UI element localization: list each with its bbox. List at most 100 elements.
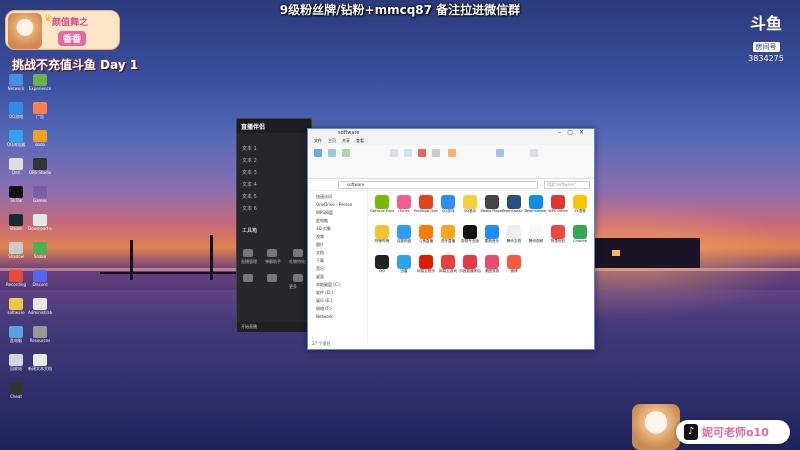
file-item[interactable]: 酷狗音乐: [480, 225, 504, 243]
companion-status-bar[interactable]: 开始直播: [237, 322, 311, 332]
file-item[interactable]: GeForce Experience: [370, 195, 394, 213]
tool-tile-icon[interactable]: [267, 274, 277, 282]
file-item[interactable]: TeamSpeak 3: [502, 195, 526, 213]
address-bar[interactable]: software: [338, 181, 538, 189]
tab-file[interactable]: 文件: [314, 138, 322, 144]
nav-item[interactable]: 视频: [308, 233, 367, 241]
nav-item[interactable]: 图片: [308, 241, 367, 249]
file-item[interactable]: QQ音乐: [458, 195, 482, 213]
room-id: 3834275: [748, 54, 784, 63]
scene-item[interactable]: 文本 3: [242, 169, 257, 176]
file-item[interactable]: 网易云游戏: [436, 255, 460, 273]
paste-icon[interactable]: [342, 149, 350, 157]
file-item[interactable]: QQ: [370, 255, 394, 273]
file-item[interactable]: 美图秀秀: [480, 255, 504, 273]
file-item[interactable]: iTunes: [392, 195, 416, 213]
scene-item[interactable]: 文本 2: [242, 157, 257, 164]
desktop-icon-label: Shadow: [8, 254, 24, 259]
window-controls[interactable]: –▢✕: [558, 129, 590, 136]
file-item[interactable]: YY语音: [568, 195, 592, 213]
desktop-icon[interactable]: Games: [28, 186, 52, 203]
tab-share[interactable]: 共享: [342, 138, 350, 144]
desktop-icon[interactable]: 新建文本文档: [28, 354, 52, 371]
desktop-icon[interactable]: QQ浏览器: [4, 130, 28, 147]
desktop-icon[interactable]: Recording: [4, 270, 28, 287]
new-folder-icon[interactable]: [448, 149, 456, 157]
rename-icon[interactable]: [432, 149, 440, 157]
file-item[interactable]: 剪映专业版: [458, 225, 482, 243]
desktop-icon[interactable]: Shadow: [4, 242, 28, 259]
file-explorer-window[interactable]: software –▢✕ 文件 主页 共享 查看 software 搜索"sof…: [307, 128, 595, 350]
tab-view[interactable]: 查看: [356, 138, 364, 144]
tool-tile-icon[interactable]: [293, 274, 303, 282]
file-item[interactable]: 腾讯文档: [502, 225, 526, 243]
file-item[interactable]: Chrome: [568, 225, 592, 243]
file-item[interactable]: 哔哩哔哩: [370, 225, 394, 243]
file-item[interactable]: QQ游戏: [436, 195, 460, 213]
desktop-icon[interactable]: Download software: [28, 214, 52, 231]
desktop-icon[interactable]: Network: [4, 74, 28, 91]
tool-tile-icon[interactable]: [243, 274, 253, 282]
desktop-icon[interactable]: Administrator: [28, 298, 52, 315]
scene-item[interactable]: 文本 6: [242, 205, 257, 212]
desktop-icon[interactable]: TikTok: [4, 186, 28, 203]
tool-tile-icon[interactable]: [243, 249, 253, 257]
desktop-icon[interactable]: 此电脑: [4, 326, 28, 343]
file-item[interactable]: 抖音直播伴侣: [458, 255, 482, 273]
copy-icon[interactable]: [328, 149, 336, 157]
nav-item[interactable]: 3D 对象: [308, 225, 367, 233]
file-item[interactable]: TeamViewer: [524, 195, 548, 213]
tool-tile-icon[interactable]: [267, 249, 277, 257]
desktop-icon[interactable]: Experience: [28, 74, 52, 91]
search-input[interactable]: 搜索"software": [544, 181, 590, 189]
desktop-icon[interactable]: software: [4, 298, 28, 315]
file-item[interactable]: 网易云音乐: [414, 255, 438, 273]
nav-item[interactable]: Network: [308, 313, 367, 321]
desktop-icon[interactable]: 回收站: [4, 354, 28, 371]
file-item[interactable]: 阿里旺旺: [546, 225, 570, 243]
nav-item[interactable]: 下载: [308, 257, 367, 265]
desktop-icon[interactable]: dodo: [28, 130, 52, 147]
scene-item[interactable]: 文本 1: [242, 145, 257, 152]
scene-item[interactable]: 文本 4: [242, 181, 257, 188]
desktop-icon[interactable]: Steam: [4, 214, 28, 231]
nav-item[interactable]: WPS网盘: [308, 209, 367, 217]
file-item[interactable]: 斗鱼直播: [414, 225, 438, 243]
nav-item[interactable]: 网络 (F:): [308, 305, 367, 313]
nav-item[interactable]: 快速访问: [308, 193, 367, 201]
properties-icon[interactable]: [496, 149, 504, 157]
nav-item[interactable]: 文档: [308, 249, 367, 257]
desktop-icon[interactable]: Cheat: [4, 382, 28, 399]
file-item[interactable]: 腾讯视频: [524, 225, 548, 243]
scene-item[interactable]: 文本 5: [242, 193, 257, 200]
tool-tile-icon[interactable]: [293, 249, 303, 257]
file-item[interactable]: 迅雷: [392, 255, 416, 273]
pin-icon[interactable]: [314, 149, 322, 157]
select-all-icon[interactable]: [530, 149, 538, 157]
desktop-icon[interactable]: Resources: [28, 326, 52, 343]
copyto-icon[interactable]: [404, 149, 412, 157]
desktop-icon[interactable]: Discord: [28, 270, 52, 287]
delete-icon[interactable]: [418, 149, 426, 157]
desktop-icon[interactable]: Dell: [4, 158, 28, 175]
nav-item[interactable]: 娱乐 (E:): [308, 297, 367, 305]
nav-item[interactable]: 软件 (D:): [308, 289, 367, 297]
nav-item[interactable]: 桌面: [308, 273, 367, 281]
desktop-icon[interactable]: QQ游戏: [4, 102, 28, 119]
move-icon[interactable]: [390, 149, 398, 157]
file-item[interactable]: WPS Office: [546, 195, 570, 213]
nav-item[interactable]: OneDrive - Person: [308, 201, 367, 209]
file-item[interactable]: 百度网盘: [392, 225, 416, 243]
file-item[interactable]: ProShow Gold: [414, 195, 438, 213]
nav-item[interactable]: 此电脑: [308, 217, 367, 225]
nav-item[interactable]: 音乐: [308, 265, 367, 273]
file-item[interactable]: 微博: [502, 255, 526, 273]
file-item[interactable]: 虎牙直播: [436, 225, 460, 243]
file-item[interactable]: Media Player: [480, 195, 504, 213]
desktop-icon[interactable]: OBS Studio: [28, 158, 52, 175]
desktop-icon[interactable]: Snake: [28, 242, 52, 259]
tab-home[interactable]: 主页: [328, 138, 336, 144]
nav-item[interactable]: 本地磁盘 (C:): [308, 281, 367, 289]
desktop-icon[interactable]: 广告: [28, 102, 52, 119]
stream-companion-window[interactable]: 直播伴侣 文本 1 文本 2 文本 3 文本 4 文本 5 文本 6 工具箱 直…: [236, 118, 312, 332]
